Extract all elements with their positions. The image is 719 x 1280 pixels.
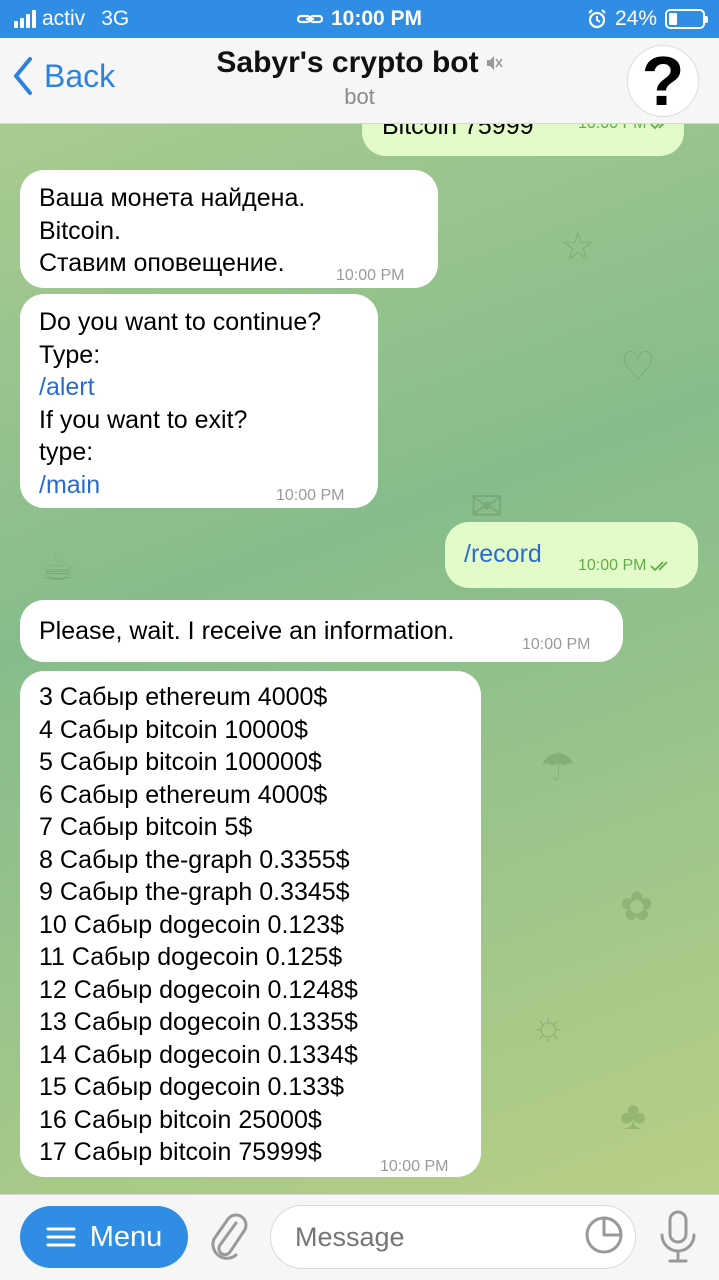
status-bar: activ 3G 10:00 PM 24% [0, 0, 719, 38]
record-line: 4 Сабыр bitcoin 10000$ [39, 715, 308, 744]
sticker-icon[interactable] [584, 1215, 624, 1255]
alarm-icon [588, 9, 606, 29]
bot-avatar[interactable]: ? [627, 45, 699, 117]
doodle-icon: ☂ [540, 745, 576, 789]
read-check-icon [650, 124, 666, 130]
menu-button[interactable]: Menu [20, 1206, 188, 1268]
record-line: 12 Сабыр dogecoin 0.1248$ [39, 975, 358, 1004]
message-line: type: [39, 438, 94, 466]
link-icon [296, 14, 323, 24]
chat-title: Sabyr's crypto bot [216, 46, 479, 79]
incoming-message[interactable]: Please, wait. I receive an information. … [20, 600, 623, 662]
incoming-message[interactable]: Ваша монета найдена. Bitcoin. Ставим опо… [20, 170, 438, 288]
outgoing-message[interactable]: Bitcoin 75999 10:00 PM [362, 124, 684, 156]
record-line: 3 Сабыр ethereum 4000$ [39, 683, 328, 711]
doodle-icon: ♡ [620, 345, 656, 389]
doodle-icon: ♣ [620, 1094, 647, 1138]
read-check-icon [650, 561, 669, 572]
message-time: 10:00 PM [380, 1158, 449, 1175]
message-time: 10:00 PM [578, 124, 672, 141]
record-line: 7 Сабыр bitcoin 5$ [39, 813, 253, 841]
message-time: 10:00 PM [336, 267, 405, 284]
record-line: 9 Сабыр the-graph 0.3345$ [39, 878, 350, 906]
incoming-message[interactable]: 3 Сабыр ethereum 4000$ 4 Сабыр bitcoin 1… [20, 671, 481, 1177]
message-text: Bitcoin 75999 [382, 124, 534, 140]
doodle-icon: ☕ [40, 545, 76, 589]
message-line: Please, wait. I receive an information. [39, 617, 455, 645]
doodle-icon: ☼ [530, 1004, 567, 1048]
input-bar: Menu [0, 1194, 719, 1280]
muted-icon [486, 56, 503, 70]
battery-percent: 24% [614, 7, 657, 30]
alert-command-link[interactable]: /alert [39, 371, 378, 404]
incoming-message[interactable]: Do you want to continue? Type: /alert If… [20, 294, 378, 508]
record-command-link[interactable]: /record [464, 538, 542, 571]
message-line: Type: [39, 340, 101, 369]
record-line: 10 Сабыр dogecoin 0.123$ [39, 910, 345, 939]
doodle-icon: ☆ [560, 225, 596, 269]
battery-icon [665, 9, 708, 29]
doodle-icon: ✿ [620, 885, 654, 929]
status-right: 24% [587, 7, 708, 31]
microphone-icon[interactable] [657, 1209, 699, 1265]
chat-header: Back Sabyr's crypto bot bot ? [0, 38, 719, 124]
record-line: 15 Сабыр dogecoin 0.133$ [39, 1073, 345, 1101]
message-line: Do you want to continue? [39, 308, 322, 336]
record-line: 5 Сабыр bitcoin 100000$ [39, 748, 322, 776]
record-line: 16 Сабыр bitcoin 25000$ [39, 1105, 322, 1134]
paperclip-icon[interactable] [206, 1209, 250, 1265]
message-time: 10:00 PM [276, 487, 345, 504]
message-line: Bitcoin. [39, 216, 121, 245]
message-time: 10:00 PM [578, 550, 672, 583]
menu-icon [46, 1227, 76, 1247]
message-line: If you want to exit? [39, 405, 248, 434]
record-line: 8 Сабыр the-graph 0.3355$ [39, 845, 350, 874]
chat-area[interactable]: ☆ ♡ ✉ ♪ ☂ ✿ ☼ ♣ ☕ Bitcoin 75999 10:00 PM… [0, 124, 719, 1194]
record-line: 6 Сабыр ethereum 4000$ [39, 780, 328, 809]
avatar-glyph: ? [641, 45, 685, 117]
message-time: 10:00 PM [522, 636, 591, 653]
message-input[interactable] [270, 1205, 636, 1269]
chat-subtitle: bot [344, 84, 375, 109]
record-line: 13 Сабыр dogecoin 0.1335$ [39, 1008, 358, 1036]
outgoing-message[interactable]: /record 10:00 PM [445, 522, 698, 588]
record-line: 11 Сабыр dogecoin 0.125$ [39, 943, 343, 971]
clock: 10:00 PM [330, 7, 423, 30]
record-line: 14 Сабыр dogecoin 0.1334$ [39, 1040, 358, 1069]
chat-title-area[interactable]: Sabyr's crypto bot bot [0, 46, 719, 110]
menu-label: Menu [89, 1220, 163, 1253]
message-line: Ваша монета найдена. [39, 184, 306, 212]
